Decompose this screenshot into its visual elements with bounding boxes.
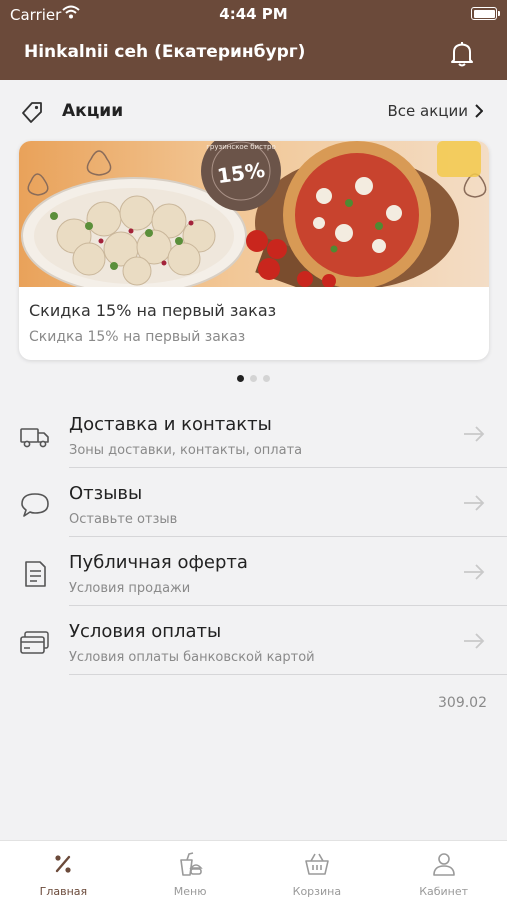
tab-home[interactable]: Главная (0, 841, 127, 900)
tab-cart[interactable]: Корзина (254, 841, 381, 900)
food-menu-icon (180, 852, 203, 876)
row-title: Условия оплаты (69, 621, 222, 642)
bottom-tab-bar: Главная Меню Корзина Кабинет (0, 840, 507, 900)
arrow-right-icon (464, 633, 485, 649)
row-subtitle: Оставьте отзыв (69, 512, 178, 527)
pager-dot[interactable] (250, 375, 257, 382)
promo-card[interactable]: грузинское бистро 15% Скидка 15% на перв… (19, 141, 489, 360)
public-offer-row[interactable]: Публичная оферта Условия продажи (0, 538, 507, 606)
row-subtitle: Зоны доставки, контакты, оплата (69, 443, 303, 458)
user-icon (432, 853, 455, 876)
carousel-pager (0, 375, 507, 382)
row-subtitle: Условия продажи (69, 581, 191, 596)
status-bar: Carrier 4:44 PM (0, 0, 507, 28)
row-subtitle: Условия оплаты банковской картой (69, 650, 315, 665)
page-title: Hinkalnii ceh (Екатеринбург) (24, 42, 306, 62)
clock: 4:44 PM (219, 5, 288, 23)
chevron-right-icon (475, 104, 483, 118)
arrow-right-icon (464, 426, 485, 442)
battery-icon (471, 7, 500, 20)
tab-label: Корзина (292, 885, 342, 898)
all-promos-link[interactable]: Все акции (387, 102, 483, 120)
pager-dot-active[interactable] (237, 375, 244, 382)
row-title: Отзывы (69, 483, 143, 504)
row-title: Публичная оферта (69, 552, 248, 573)
chat-bubble-icon (21, 493, 49, 517)
arrow-right-icon (464, 495, 485, 511)
percent-icon (55, 855, 71, 873)
row-divider (69, 674, 507, 675)
arrow-right-icon (464, 564, 485, 580)
document-icon (25, 561, 46, 587)
tab-label: Кабинет (419, 885, 469, 898)
promo-section-header: Акции Все акции (0, 92, 507, 132)
row-divider (69, 605, 507, 606)
pager-dot[interactable] (263, 375, 270, 382)
row-title: Доставка и контакты (69, 414, 272, 435)
promo-card-subtitle: Скидка 15% на первый заказ (29, 329, 246, 345)
truck-icon (20, 428, 49, 448)
tag-icon (22, 102, 42, 123)
app-header: Hinkalnii ceh (Екатеринбург) (0, 28, 507, 80)
promo-heading: Акции (62, 101, 124, 121)
tab-account[interactable]: Кабинет (380, 841, 507, 900)
payment-terms-row[interactable]: Условия оплаты Условия оплаты банковской… (0, 607, 507, 675)
credit-card-icon (20, 631, 49, 654)
all-promos-label: Все акции (387, 102, 469, 120)
promo-badge-ring-text: грузинское бистро (206, 143, 276, 151)
promo-card-title: Скидка 15% на первый заказ (29, 301, 277, 320)
basket-icon (305, 853, 329, 875)
delivery-contacts-row[interactable]: Доставка и контакты Зоны доставки, конта… (0, 400, 507, 468)
tab-label: Меню (173, 885, 207, 898)
row-divider (69, 467, 507, 468)
reviews-row[interactable]: Отзывы Оставьте отзыв (0, 469, 507, 537)
tab-label: Главная (39, 885, 88, 898)
bell-icon[interactable] (449, 40, 475, 68)
tab-menu[interactable]: Меню (127, 841, 254, 900)
app-version: 309.02 (438, 695, 487, 711)
row-divider (69, 536, 507, 537)
